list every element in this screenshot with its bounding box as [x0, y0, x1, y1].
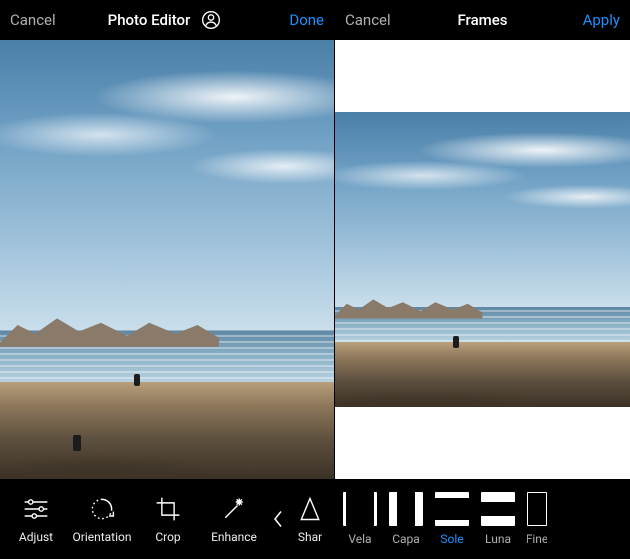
tool-crop[interactable]: Crop	[136, 494, 200, 544]
profile-icon[interactable]	[196, 5, 226, 35]
done-button[interactable]: Done	[270, 11, 324, 29]
orientation-icon	[87, 494, 117, 524]
frame-option-capa[interactable]: Capa	[389, 492, 423, 546]
tool-adjust[interactable]: Adjust	[4, 494, 68, 544]
editor-toolbar: Adjust Orientation Crop	[0, 479, 334, 559]
frame-swatch-vela	[343, 492, 377, 526]
editor-pane: Cancel Photo Editor Done	[0, 0, 335, 559]
frames-title: Frames	[457, 11, 507, 29]
frame-swatch-fine	[527, 492, 547, 526]
frame-option-vela[interactable]: Vela	[343, 492, 377, 546]
frames-canvas[interactable]	[335, 40, 630, 479]
editor-title: Photo Editor	[108, 5, 227, 35]
crop-icon	[153, 494, 183, 524]
photo-framed	[335, 112, 630, 407]
frame-swatch-sole	[435, 492, 469, 526]
frames-header: Cancel Frames Apply	[335, 0, 630, 40]
editor-canvas[interactable]	[0, 40, 334, 479]
tool-orientation[interactable]: Orientation	[70, 494, 134, 544]
enhance-icon	[219, 494, 249, 524]
apply-button[interactable]: Apply	[566, 11, 620, 29]
frames-strip: Vela Capa Sole Luna Fine	[335, 479, 630, 559]
frames-pane: Cancel Frames Apply	[335, 0, 630, 559]
sharpen-icon	[295, 494, 325, 524]
frame-option-sole[interactable]: Sole	[435, 492, 469, 546]
frame-option-luna[interactable]: Luna	[481, 492, 515, 546]
tool-enhance[interactable]: Enhance	[202, 494, 266, 544]
tool-sharpen[interactable]: Shar	[290, 494, 330, 544]
frame-preview	[335, 40, 630, 479]
frame-swatch-luna	[481, 492, 515, 526]
adjust-icon	[21, 494, 51, 524]
frame-option-fine[interactable]: Fine	[527, 492, 547, 546]
editor-header: Cancel Photo Editor Done	[0, 0, 334, 40]
frame-swatch-capa	[389, 492, 423, 526]
chevron-left-icon	[272, 505, 284, 533]
photo	[0, 40, 334, 479]
frames-cancel-button[interactable]: Cancel	[345, 11, 399, 29]
cancel-button[interactable]: Cancel	[10, 11, 64, 29]
toolbar-scroll-indicator[interactable]	[268, 479, 288, 559]
